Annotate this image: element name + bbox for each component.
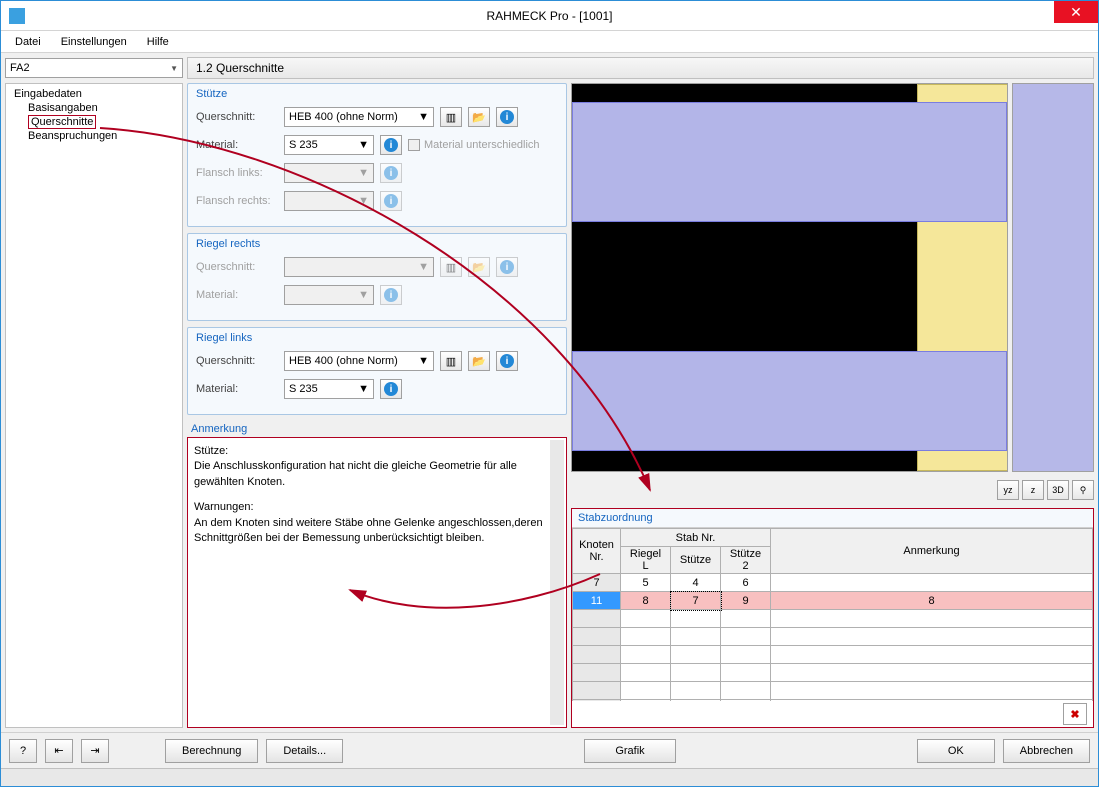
scrollbar[interactable] [550, 440, 564, 725]
info-button[interactable]: i [380, 135, 402, 155]
table-title: Stabzuordnung [572, 509, 1093, 528]
prev-button[interactable]: ⇤ [45, 739, 73, 763]
info-button[interactable]: i [496, 351, 518, 371]
col-riegel-l: Riegel L [621, 547, 671, 574]
rl-querschnitt-combo[interactable]: HEB 400 (ohne Norm)▼ [284, 351, 434, 371]
stabzuordnung-table[interactable]: Knoten Nr. Stab Nr. Anmerkung Riegel L S… [572, 528, 1093, 701]
table-row[interactable] [573, 628, 1093, 646]
info-icon: i [500, 354, 514, 368]
chevron-down-icon: ▼ [170, 64, 178, 73]
info-button[interactable]: i [380, 379, 402, 399]
preview-section[interactable] [1012, 83, 1094, 472]
material-diff-checkbox[interactable]: Material unterschiedlich [408, 139, 540, 151]
info-icon: i [500, 260, 514, 274]
col-knoten-nr: Knoten Nr. [573, 529, 621, 574]
details-button[interactable]: Details... [266, 739, 343, 763]
page-title: 1.2 Querschnitte [187, 57, 1094, 79]
info-button: i [380, 191, 402, 211]
label-flansch-links: Flansch links: [196, 167, 278, 179]
tree-root[interactable]: Eingabedaten [14, 88, 174, 100]
menu-file[interactable]: Datei [5, 34, 51, 50]
abbrechen-button[interactable]: Abbrechen [1003, 739, 1090, 763]
berechnung-button[interactable]: Berechnung [165, 739, 258, 763]
col-anmerkung: Anmerkung [771, 529, 1093, 574]
info-icon: i [384, 138, 398, 152]
grafik-button[interactable]: Grafik [584, 739, 675, 763]
info-button[interactable]: i [496, 107, 518, 127]
view-z-button[interactable]: z [1022, 480, 1044, 500]
info-icon: i [500, 110, 514, 124]
case-selector-value: FA2 [10, 62, 30, 74]
view-yz-button[interactable]: yz [997, 480, 1019, 500]
library-button: 📂 [468, 257, 490, 277]
menu-help[interactable]: Hilfe [137, 34, 179, 50]
info-icon: i [384, 166, 398, 180]
group-title-stuetze: Stütze [188, 84, 566, 102]
label-material: Material: [196, 139, 278, 151]
label-rl-material: Material: [196, 383, 278, 395]
nav-tree: Eingabedaten Basisangaben Querschnitte B… [5, 83, 183, 728]
table-row[interactable] [573, 682, 1093, 700]
zoom-button[interactable]: ⚲ [1072, 480, 1094, 500]
table-row[interactable] [573, 664, 1093, 682]
group-title-riegel-rechts: Riegel rechts [188, 234, 566, 252]
info-icon: i [384, 382, 398, 396]
tree-item-basisangaben[interactable]: Basisangaben [14, 102, 174, 114]
stuetze-querschnitt-combo[interactable]: HEB 400 (ohne Norm)▼ [284, 107, 434, 127]
tree-item-querschnitte[interactable]: Querschnitte [28, 115, 96, 129]
app-icon [9, 8, 25, 24]
table-row[interactable] [573, 646, 1093, 664]
status-bar [1, 768, 1098, 786]
stuetze-material-combo[interactable]: S 235▼ [284, 135, 374, 155]
rl-material-combo[interactable]: S 235▼ [284, 379, 374, 399]
label-rr-querschnitt: Querschnitt: [196, 261, 278, 273]
rr-material-combo: ▼ [284, 285, 374, 305]
anmerkung-title: Anmerkung [187, 421, 567, 437]
col-stuetze: Stütze [671, 547, 721, 574]
label-querschnitt: Querschnitt: [196, 111, 278, 123]
label-rl-querschnitt: Querschnitt: [196, 355, 278, 367]
table-row[interactable] [573, 700, 1093, 702]
library-button[interactable]: 📂 [468, 351, 490, 371]
stabzuordnung-panel: Stabzuordnung Knoten Nr. Stab Nr. Anmerk… [571, 508, 1094, 728]
col-stab-nr: Stab Nr. [621, 529, 771, 547]
pick-section-button[interactable]: ▥ [440, 107, 462, 127]
col-stuetze2: Stütze 2 [721, 547, 771, 574]
flansch-links-combo: ▼ [284, 163, 374, 183]
pick-section-button[interactable]: ▥ [440, 351, 462, 371]
rr-querschnitt-combo: ▼ [284, 257, 434, 277]
preview-3d[interactable] [571, 83, 1008, 472]
info-button: i [380, 163, 402, 183]
library-button[interactable]: 📂 [468, 107, 490, 127]
next-button[interactable]: ⇥ [81, 739, 109, 763]
view-3d-button[interactable]: 3D [1047, 480, 1069, 500]
table-row[interactable] [573, 610, 1093, 628]
tree-item-beanspruchungen[interactable]: Beanspruchungen [14, 130, 174, 142]
table-row[interactable]: 11 8 7 9 8 [573, 592, 1093, 610]
menu-settings[interactable]: Einstellungen [51, 34, 137, 50]
label-flansch-rechts: Flansch rechts: [196, 195, 278, 207]
delete-row-button[interactable]: ✖ [1063, 703, 1087, 725]
table-row[interactable]: 7 5 4 6 [573, 574, 1093, 592]
anmerkung-text: Stütze: Die Anschlusskonfiguration hat n… [187, 437, 567, 728]
info-button: i [496, 257, 518, 277]
help-button[interactable]: ? [9, 739, 37, 763]
label-rr-material: Material: [196, 289, 278, 301]
pick-section-button: ▥ [440, 257, 462, 277]
window-title: RAHMECK Pro - [1001] [486, 9, 612, 23]
flansch-rechts-combo: ▼ [284, 191, 374, 211]
info-icon: i [384, 288, 398, 302]
group-title-riegel-links: Riegel links [188, 328, 566, 346]
ok-button[interactable]: OK [917, 739, 995, 763]
case-selector[interactable]: FA2 ▼ [5, 58, 183, 78]
info-button: i [380, 285, 402, 305]
close-button[interactable]: ✕ [1054, 1, 1098, 23]
info-icon: i [384, 194, 398, 208]
